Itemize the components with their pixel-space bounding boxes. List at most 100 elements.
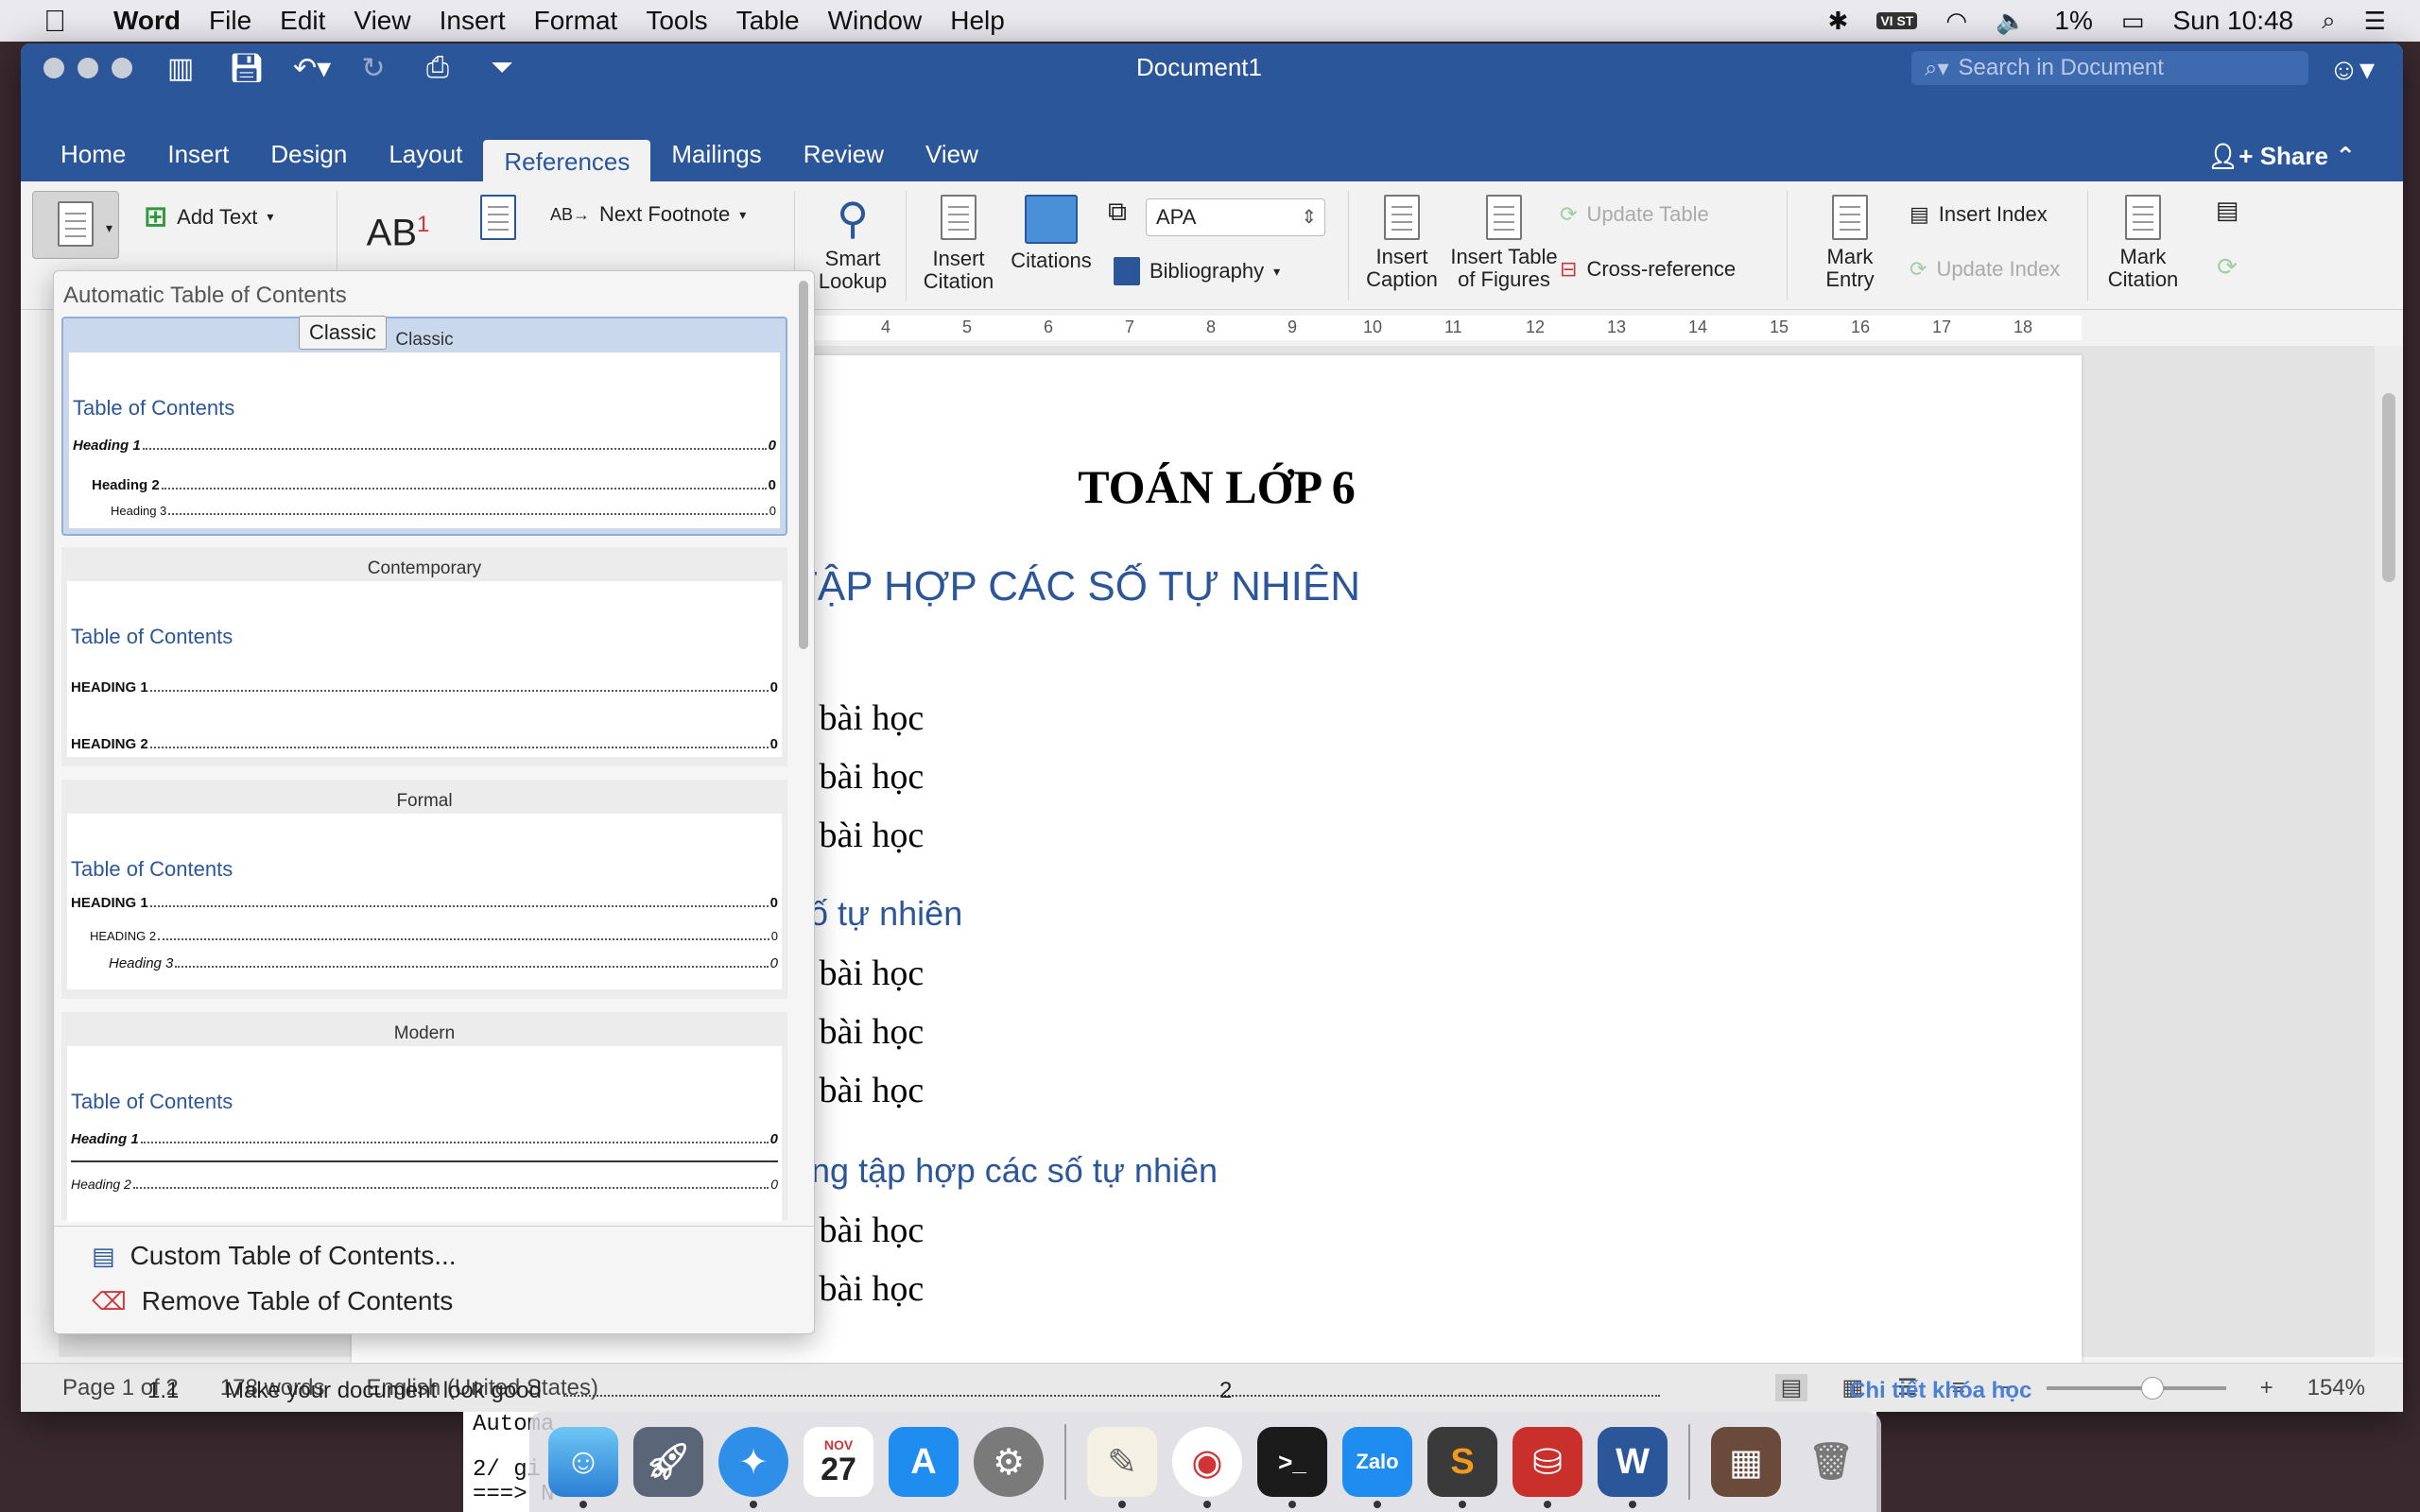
citations-button[interactable]: Citations	[1004, 195, 1098, 272]
insert-table-of-authorities-icon[interactable]: ▤	[2208, 198, 2246, 222]
menu-format[interactable]: Format	[534, 6, 618, 36]
tab-mailings[interactable]: Mailings	[650, 140, 782, 181]
database-app-icon[interactable]: ⛁	[1512, 1427, 1582, 1508]
bibliography-button[interactable]: Bibliography ▾	[1114, 257, 1280, 285]
redo-icon[interactable]: ↻	[357, 52, 389, 85]
scroll-thumb[interactable]	[2382, 393, 2395, 582]
bg-course-link[interactable]: Chi tiết khóa học	[1849, 1378, 2031, 1404]
smart-lookup-button[interactable]: ⚲ Smart Lookup	[815, 195, 890, 293]
remove-toc-menu-item[interactable]: ⌫ Remove Table of Contents	[92, 1286, 453, 1316]
tab-review[interactable]: Review	[783, 140, 905, 181]
undo-icon[interactable]: ↶▾	[293, 52, 331, 85]
save-icon[interactable]: 💾︎	[229, 52, 265, 85]
toc-option-contemporary[interactable]: Contemporary Table of Contents HEADING 1…	[61, 547, 787, 766]
manage-sources-icon[interactable]: ⧉	[1098, 198, 1136, 225]
zoom-window-button[interactable]	[112, 58, 132, 78]
menu-window[interactable]: Window	[828, 6, 923, 36]
trash-icon[interactable]: 🗑︎	[1796, 1427, 1866, 1497]
tab-layout[interactable]: Layout	[368, 140, 483, 181]
menu-help[interactable]: Help	[950, 6, 1005, 36]
toc-option-classic[interactable]: Classic Table of Contents Heading 10 Hea…	[61, 317, 787, 536]
menu-app-word[interactable]: Word	[113, 6, 181, 36]
menu-file[interactable]: File	[209, 6, 251, 36]
toc-menu-scrollbar[interactable]	[797, 281, 810, 1226]
mark-entry-label-2: Entry	[1825, 267, 1875, 291]
battery-icon[interactable]: ▭	[2121, 7, 2145, 36]
tab-references[interactable]: References	[483, 140, 651, 181]
chrome-icon[interactable]: ◉	[1172, 1427, 1242, 1508]
tab-home[interactable]: Home	[40, 140, 147, 181]
apple-icon[interactable]: 	[34, 4, 76, 39]
tab-design[interactable]: Design	[250, 140, 368, 181]
menu-table[interactable]: Table	[736, 6, 800, 36]
sidebar-toggle-icon[interactable]: ▥	[164, 52, 197, 85]
customize-toolbar-icon[interactable]: ⏷	[486, 52, 518, 84]
print-icon[interactable]: ⎙	[422, 52, 454, 84]
update-table-button[interactable]: ⟳ Update Table	[1560, 202, 1709, 227]
feedback-smiley-icon[interactable]: ☺▾	[2328, 51, 2375, 87]
tab-view[interactable]: View	[905, 140, 999, 181]
toc-option-modern[interactable]: Modern Table of Contents Heading 10 Head…	[61, 1012, 787, 1222]
search-in-document-input[interactable]: ⌕▾ Search in Document	[1911, 51, 2308, 85]
add-text-button[interactable]: ⊞ Add Text ▾	[144, 200, 273, 233]
menu-tools[interactable]: Tools	[646, 6, 707, 36]
next-footnote-button[interactable]: AB→ Next Footnote ▾	[550, 202, 746, 227]
insert-index-button[interactable]: ▤ Insert Index	[1910, 202, 2048, 227]
custom-toc-menu-item[interactable]: ▤ Custom Table of Contents...	[92, 1241, 457, 1271]
dock-separator	[1064, 1424, 1066, 1500]
finder-icon[interactable]: ☺	[548, 1427, 618, 1508]
word-app-icon[interactable]: W	[1598, 1427, 1668, 1508]
insert-citation-button[interactable]: Insert Citation	[921, 195, 996, 293]
wifi-icon[interactable]: ◠	[1945, 7, 1967, 36]
notification-center-icon[interactable]: ☰	[2364, 7, 2386, 36]
safari-icon[interactable]: ✦	[718, 1427, 788, 1508]
insert-endnote-button[interactable]	[465, 195, 531, 246]
ruler-tick: 11	[1444, 318, 1462, 336]
background-document-line: 1.1 Make your document look good 2 Chi t…	[123, 1378, 2392, 1412]
mark-citation-button[interactable]: Mark Citation	[2100, 195, 2186, 291]
input-method-icon[interactable]: VI ST	[1876, 12, 1918, 29]
cross-reference-button[interactable]: ⊟ Cross-reference	[1560, 257, 1736, 282]
close-window-button[interactable]	[43, 58, 64, 78]
launchpad-icon[interactable]: 🚀︎	[633, 1427, 703, 1497]
collapse-ribbon-icon[interactable]: ⌃	[2335, 142, 2356, 170]
toc-option-formal[interactable]: Formal Table of Contents HEADING 10 HEAD…	[61, 780, 787, 999]
battery-percent: 1%	[2054, 6, 2093, 35]
zalo-icon[interactable]: Zalo	[1342, 1427, 1412, 1508]
insert-footnote-button[interactable]: AB1	[365, 204, 431, 253]
ruler-tick: 10	[1363, 318, 1383, 336]
minimize-window-button[interactable]	[78, 58, 98, 78]
spotlight-icon[interactable]: ⌕	[2322, 6, 2336, 36]
recent-document-thumbnail[interactable]: ▦	[1711, 1427, 1781, 1497]
menu-insert[interactable]: Insert	[440, 6, 506, 36]
sublime-text-icon[interactable]: S	[1427, 1427, 1497, 1508]
insert-index-label: Insert Index	[1938, 202, 2048, 226]
vertical-scrollbar[interactable]	[2375, 346, 2403, 1357]
terminal-icon[interactable]: >_	[1257, 1427, 1327, 1508]
textedit-icon[interactable]: ✎	[1087, 1427, 1157, 1508]
remove-toc-icon: ⌫	[92, 1286, 127, 1315]
update-table-label: Update Table	[1586, 202, 1709, 226]
toc-menu-scroll-thumb[interactable]	[799, 281, 808, 649]
menu-view[interactable]: View	[354, 6, 410, 36]
update-index-button[interactable]: ⟳ Update Index	[1910, 257, 2060, 282]
calendar-icon[interactable]: NOV 27	[804, 1427, 873, 1497]
insert-caption-button[interactable]: Insert Caption	[1359, 195, 1444, 291]
update-table-of-authorities-icon[interactable]: ⟳	[2208, 254, 2246, 279]
bluetooth-icon[interactable]: ✱	[1828, 7, 1849, 36]
tab-insert[interactable]: Insert	[147, 140, 250, 181]
system-preferences-icon[interactable]: ⚙	[974, 1427, 1044, 1497]
ruler-tick: 18	[2014, 318, 2033, 336]
app-store-icon[interactable]: A	[889, 1427, 959, 1497]
mark-citation-icon	[2125, 195, 2161, 240]
doc-heading-2: ong tập hợp các số tự nhiên	[792, 1151, 1218, 1190]
citation-style-select[interactable]: APA	[1146, 198, 1325, 236]
table-of-contents-button[interactable]: ▾	[32, 191, 119, 259]
clock[interactable]: Sun 10:48	[2172, 6, 2293, 36]
volume-icon[interactable]: 🔈	[1996, 7, 2026, 36]
share-button[interactable]: 👤︎+ Share ⌃	[2207, 142, 2356, 171]
mark-entry-button[interactable]: Mark Entry	[1817, 195, 1883, 291]
insert-table-of-figures-button[interactable]: Insert Table of Figures	[1444, 195, 1564, 291]
menu-edit[interactable]: Edit	[280, 6, 325, 36]
calendar-day: 27	[821, 1452, 856, 1487]
